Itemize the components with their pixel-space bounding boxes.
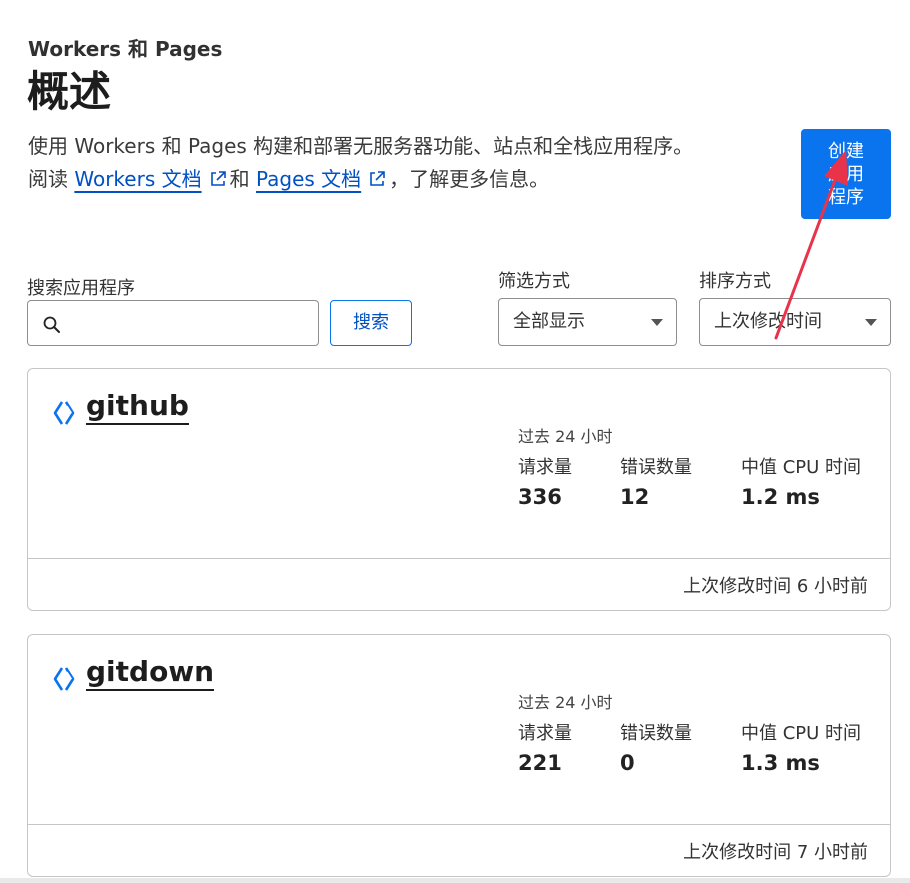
- workers-docs-link[interactable]: Workers 文档: [74, 167, 201, 191]
- app-card: github 过去 24 小时 请求量 336 错误数量 12 中值 CPU 时…: [27, 368, 891, 611]
- cpu-value: 1.2 ms: [741, 485, 820, 509]
- intro-line-1: 使用 Workers 和 Pages 构建和部署无服务器功能、站点和全栈应用程序…: [28, 134, 694, 158]
- horizontal-scrollbar[interactable]: [0, 878, 910, 883]
- intro-prefix: 阅读: [28, 167, 75, 191]
- intro-suffix: ，了解更多信息。: [389, 167, 550, 191]
- requests-stat: 请求量 336: [518, 453, 572, 509]
- cpu-value: 1.3 ms: [741, 751, 820, 775]
- cpu-stat: 中值 CPU 时间 1.3 ms: [741, 719, 861, 775]
- app-name-link[interactable]: gitdown: [86, 655, 215, 691]
- filter-select[interactable]: 全部显示: [498, 298, 677, 346]
- app-name-link[interactable]: github: [86, 389, 189, 425]
- filter-label: 筛选方式: [498, 271, 570, 292]
- create-application-button[interactable]: 创建应用程序: [801, 129, 891, 219]
- workers-overview-page: Workers 和 Pages 概述 使用 Workers 和 Pages 构建…: [0, 0, 910, 883]
- errors-label: 错误数量: [620, 457, 692, 478]
- intro-text: 使用 Workers 和 Pages 构建和部署无服务器功能、站点和全栈应用程序…: [28, 130, 788, 196]
- sort-select[interactable]: 上次修改时间: [699, 298, 891, 346]
- intro-line-2: 阅读 Workers 文档 和 Pages 文档 ，了解更多信息。: [28, 163, 788, 196]
- worker-icon: [53, 667, 75, 691]
- search-field[interactable]: [27, 300, 319, 346]
- sort-selected-value: 上次修改时间: [714, 311, 822, 332]
- chevron-down-icon: [865, 319, 877, 326]
- requests-label: 请求量: [518, 457, 572, 478]
- errors-value: 12: [620, 485, 650, 509]
- pages-docs-link[interactable]: Pages 文档: [256, 167, 361, 191]
- requests-value: 336: [518, 485, 562, 509]
- external-link-icon: [370, 171, 385, 186]
- last-modified-text: 上次修改时间 6 小时前: [683, 576, 868, 597]
- search-button[interactable]: 搜索: [330, 300, 412, 346]
- card-footer: 上次修改时间 6 小时前: [28, 558, 890, 610]
- errors-stat: 错误数量 12: [620, 453, 692, 509]
- search-label: 搜索应用程序: [27, 278, 135, 299]
- intro-and: 和: [229, 167, 256, 191]
- errors-value: 0: [620, 751, 635, 775]
- cpu-stat: 中值 CPU 时间 1.2 ms: [741, 453, 861, 509]
- page-title: 概述: [27, 67, 112, 116]
- search-icon: [43, 316, 60, 333]
- cpu-label: 中值 CPU 时间: [741, 457, 862, 478]
- requests-label: 请求量: [518, 723, 572, 744]
- card-footer: 上次修改时间 7 小时前: [28, 824, 890, 876]
- external-link-icon: [210, 171, 226, 186]
- cpu-label: 中值 CPU 时间: [741, 723, 862, 744]
- sort-label: 排序方式: [699, 271, 771, 292]
- requests-value: 221: [518, 751, 562, 775]
- breadcrumb: Workers 和 Pages: [28, 37, 223, 61]
- metrics-period: 过去 24 小时: [518, 693, 613, 712]
- errors-stat: 错误数量 0: [620, 719, 692, 775]
- app-card: gitdown 过去 24 小时 请求量 221 错误数量 0 中值 CPU 时…: [27, 634, 891, 877]
- metrics-period: 过去 24 小时: [518, 427, 613, 446]
- search-input[interactable]: [72, 307, 308, 339]
- worker-icon: [53, 401, 75, 425]
- requests-stat: 请求量 221: [518, 719, 572, 775]
- chevron-down-icon: [651, 319, 663, 326]
- last-modified-text: 上次修改时间 7 小时前: [683, 842, 868, 863]
- errors-label: 错误数量: [620, 723, 692, 744]
- filter-selected-value: 全部显示: [513, 311, 585, 332]
